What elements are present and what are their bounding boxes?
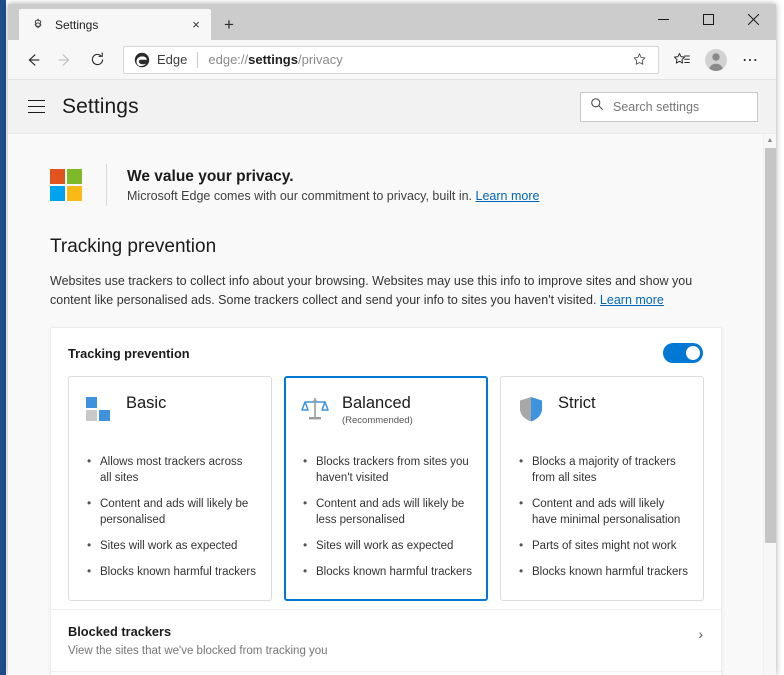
- banner-subtitle-text: Microsoft Edge comes with our commitment…: [127, 188, 473, 203]
- settings-page: Settings Search settings We value your p…: [8, 80, 776, 675]
- section-title: Tracking prevention: [50, 236, 217, 257]
- hamburger-menu-icon[interactable]: [28, 97, 48, 117]
- tier-bullet: Sites will work as expected: [301, 537, 473, 554]
- tracking-prevention-toggle[interactable]: [663, 343, 703, 363]
- close-window-icon[interactable]: [731, 4, 776, 35]
- settings-content: We value your privacy. Microsoft Edge co…: [8, 134, 763, 675]
- card-row-title: Blocked trackers: [68, 624, 172, 639]
- add-favorite-icon[interactable]: [626, 48, 652, 72]
- card-row-texts: Blocked trackers View the sites that we'v…: [68, 624, 698, 657]
- tier-bullet: Content and ads will likely be personali…: [85, 495, 257, 528]
- back-icon[interactable]: [17, 44, 49, 76]
- tier-bullet: Parts of sites might not work: [517, 537, 689, 554]
- tab-title: Settings: [55, 17, 99, 32]
- search-settings-box[interactable]: [580, 91, 774, 122]
- card-row-exceptions[interactable]: ExceptionsAllow all trackers on sites yo…: [51, 671, 721, 675]
- close-tab-icon[interactable]: ×: [187, 16, 205, 34]
- section-description-text: Websites use trackers to collect info ab…: [50, 274, 693, 307]
- profile-icon[interactable]: [699, 44, 733, 76]
- tracking-prevention-label: Tracking prevention: [68, 345, 190, 361]
- tier-subtitle: (Recommended): [342, 415, 413, 426]
- banner-title: We value your privacy.: [127, 167, 294, 185]
- url-suffix: /privacy: [297, 52, 343, 67]
- maximize-window-icon[interactable]: [686, 4, 731, 35]
- microsoft-logo-icon: [50, 169, 82, 201]
- avatar: [705, 48, 727, 71]
- tier-bullet: Sites will work as expected: [85, 537, 257, 554]
- tracking-tier-options: Basic Allows most trackers across all sit…: [51, 376, 721, 609]
- banner-texts: We value your privacy. Microsoft Edge co…: [127, 168, 539, 203]
- chevron-right-icon: ›: [698, 626, 703, 642]
- title-bar: Settings × +: [8, 4, 776, 40]
- gear-icon: [30, 17, 46, 33]
- tracking-card-rows: Blocked trackers View the sites that we'v…: [51, 609, 721, 675]
- tracking-tier-strict[interactable]: Strict Blocks a majority of trackers from…: [500, 376, 704, 601]
- tier-title-block: Strict: [558, 393, 596, 413]
- tier-header: Strict: [517, 393, 689, 435]
- edge-logo-icon: [134, 52, 150, 68]
- refresh-icon[interactable]: [81, 44, 113, 76]
- browser-tab-settings[interactable]: Settings ×: [19, 9, 211, 40]
- url-bold-segment: settings: [248, 52, 298, 67]
- search-input[interactable]: [613, 99, 774, 114]
- tier-bullet: Blocks known harmful trackers: [301, 563, 473, 580]
- tier-bullet: Blocks known harmful trackers: [85, 563, 257, 580]
- tier-title-block: Balanced (Recommended): [342, 393, 413, 426]
- url-prefix: edge://: [208, 52, 249, 67]
- minimize-window-icon[interactable]: [641, 4, 686, 35]
- settings-header: Settings: [8, 80, 776, 134]
- new-tab-button[interactable]: +: [214, 10, 244, 40]
- shield-icon: [517, 395, 545, 423]
- tier-bullet: Content and ads will likely have minimal…: [517, 495, 689, 528]
- tier-header: Basic: [85, 393, 257, 435]
- tracking-prevention-card: Tracking prevention Basic Allows most tra…: [50, 327, 722, 675]
- address-brand-label: Edge: [157, 52, 188, 67]
- address-bar[interactable]: Edge edge://settings/privacy: [123, 45, 659, 74]
- banner-subtitle: Microsoft Edge comes with our commitment…: [127, 189, 539, 203]
- more-options-icon[interactable]: ⋯: [733, 44, 767, 76]
- card-row-blocked-trackers[interactable]: Blocked trackers View the sites that we'v…: [51, 609, 721, 671]
- address-url[interactable]: edge://settings/privacy: [208, 52, 626, 67]
- section-description: Websites use trackers to collect info ab…: [50, 272, 722, 310]
- tier-title-block: Basic: [126, 393, 166, 413]
- favorites-icon[interactable]: [665, 44, 699, 76]
- card-row-subtitle: View the sites that we've blocked from t…: [68, 645, 328, 657]
- scroll-up-icon[interactable]: ▲: [764, 134, 776, 147]
- page-title: Settings: [62, 94, 139, 118]
- address-separator: [197, 51, 199, 68]
- tier-header: Balanced (Recommended): [301, 393, 473, 435]
- toggle-knob: [686, 346, 700, 360]
- content-scrollbar[interactable]: ▲: [763, 134, 776, 675]
- tier-bullet: Allows most trackers across all sites: [85, 453, 257, 486]
- tier-bullet: Content and ads will likely be less pers…: [301, 495, 473, 528]
- tier-bullet: Blocks known harmful trackers: [517, 563, 689, 580]
- forward-icon[interactable]: [49, 44, 81, 76]
- tracking-prevention-header: Tracking prevention: [51, 328, 721, 376]
- settings-content-scroll: We value your privacy. Microsoft Edge co…: [8, 134, 776, 675]
- scales-icon: [301, 395, 329, 423]
- banner-divider: [106, 164, 107, 206]
- tier-name: Strict: [558, 394, 596, 412]
- edge-browser-window: Settings × + Edge edge://settings/privac…: [8, 4, 776, 675]
- window-caption-buttons: [641, 4, 776, 35]
- navigation-toolbar: Edge edge://settings/privacy ⋯: [8, 40, 776, 80]
- desktop-background: denll:rsnsudtrot.nbn-pnttg Settings × +: [0, 0, 784, 675]
- tier-name: Balanced: [342, 394, 411, 412]
- banner-learn-more-link[interactable]: Learn more: [476, 189, 540, 203]
- privacy-banner: We value your privacy. Microsoft Edge co…: [50, 164, 733, 206]
- tracking-tier-balanced[interactable]: Balanced (Recommended) Blocks trackers fro…: [284, 376, 488, 601]
- tier-bullet-list: Blocks a majority of trackers from all s…: [517, 453, 689, 580]
- tier-bullet: Blocks a majority of trackers from all s…: [517, 453, 689, 486]
- tier-bullet-list: Allows most trackers across all sites Con…: [85, 453, 257, 580]
- squares-icon: [85, 395, 113, 423]
- tier-bullet: Blocks trackers from sites you haven't v…: [301, 453, 473, 486]
- tier-name: Basic: [126, 394, 167, 412]
- tier-bullet-list: Blocks trackers from sites you haven't v…: [301, 453, 473, 580]
- search-icon: [590, 97, 604, 116]
- tracking-tier-basic[interactable]: Basic Allows most trackers across all sit…: [68, 376, 272, 601]
- section-learn-more-link[interactable]: Learn more: [600, 293, 664, 307]
- scrollbar-thumb[interactable]: [765, 148, 776, 543]
